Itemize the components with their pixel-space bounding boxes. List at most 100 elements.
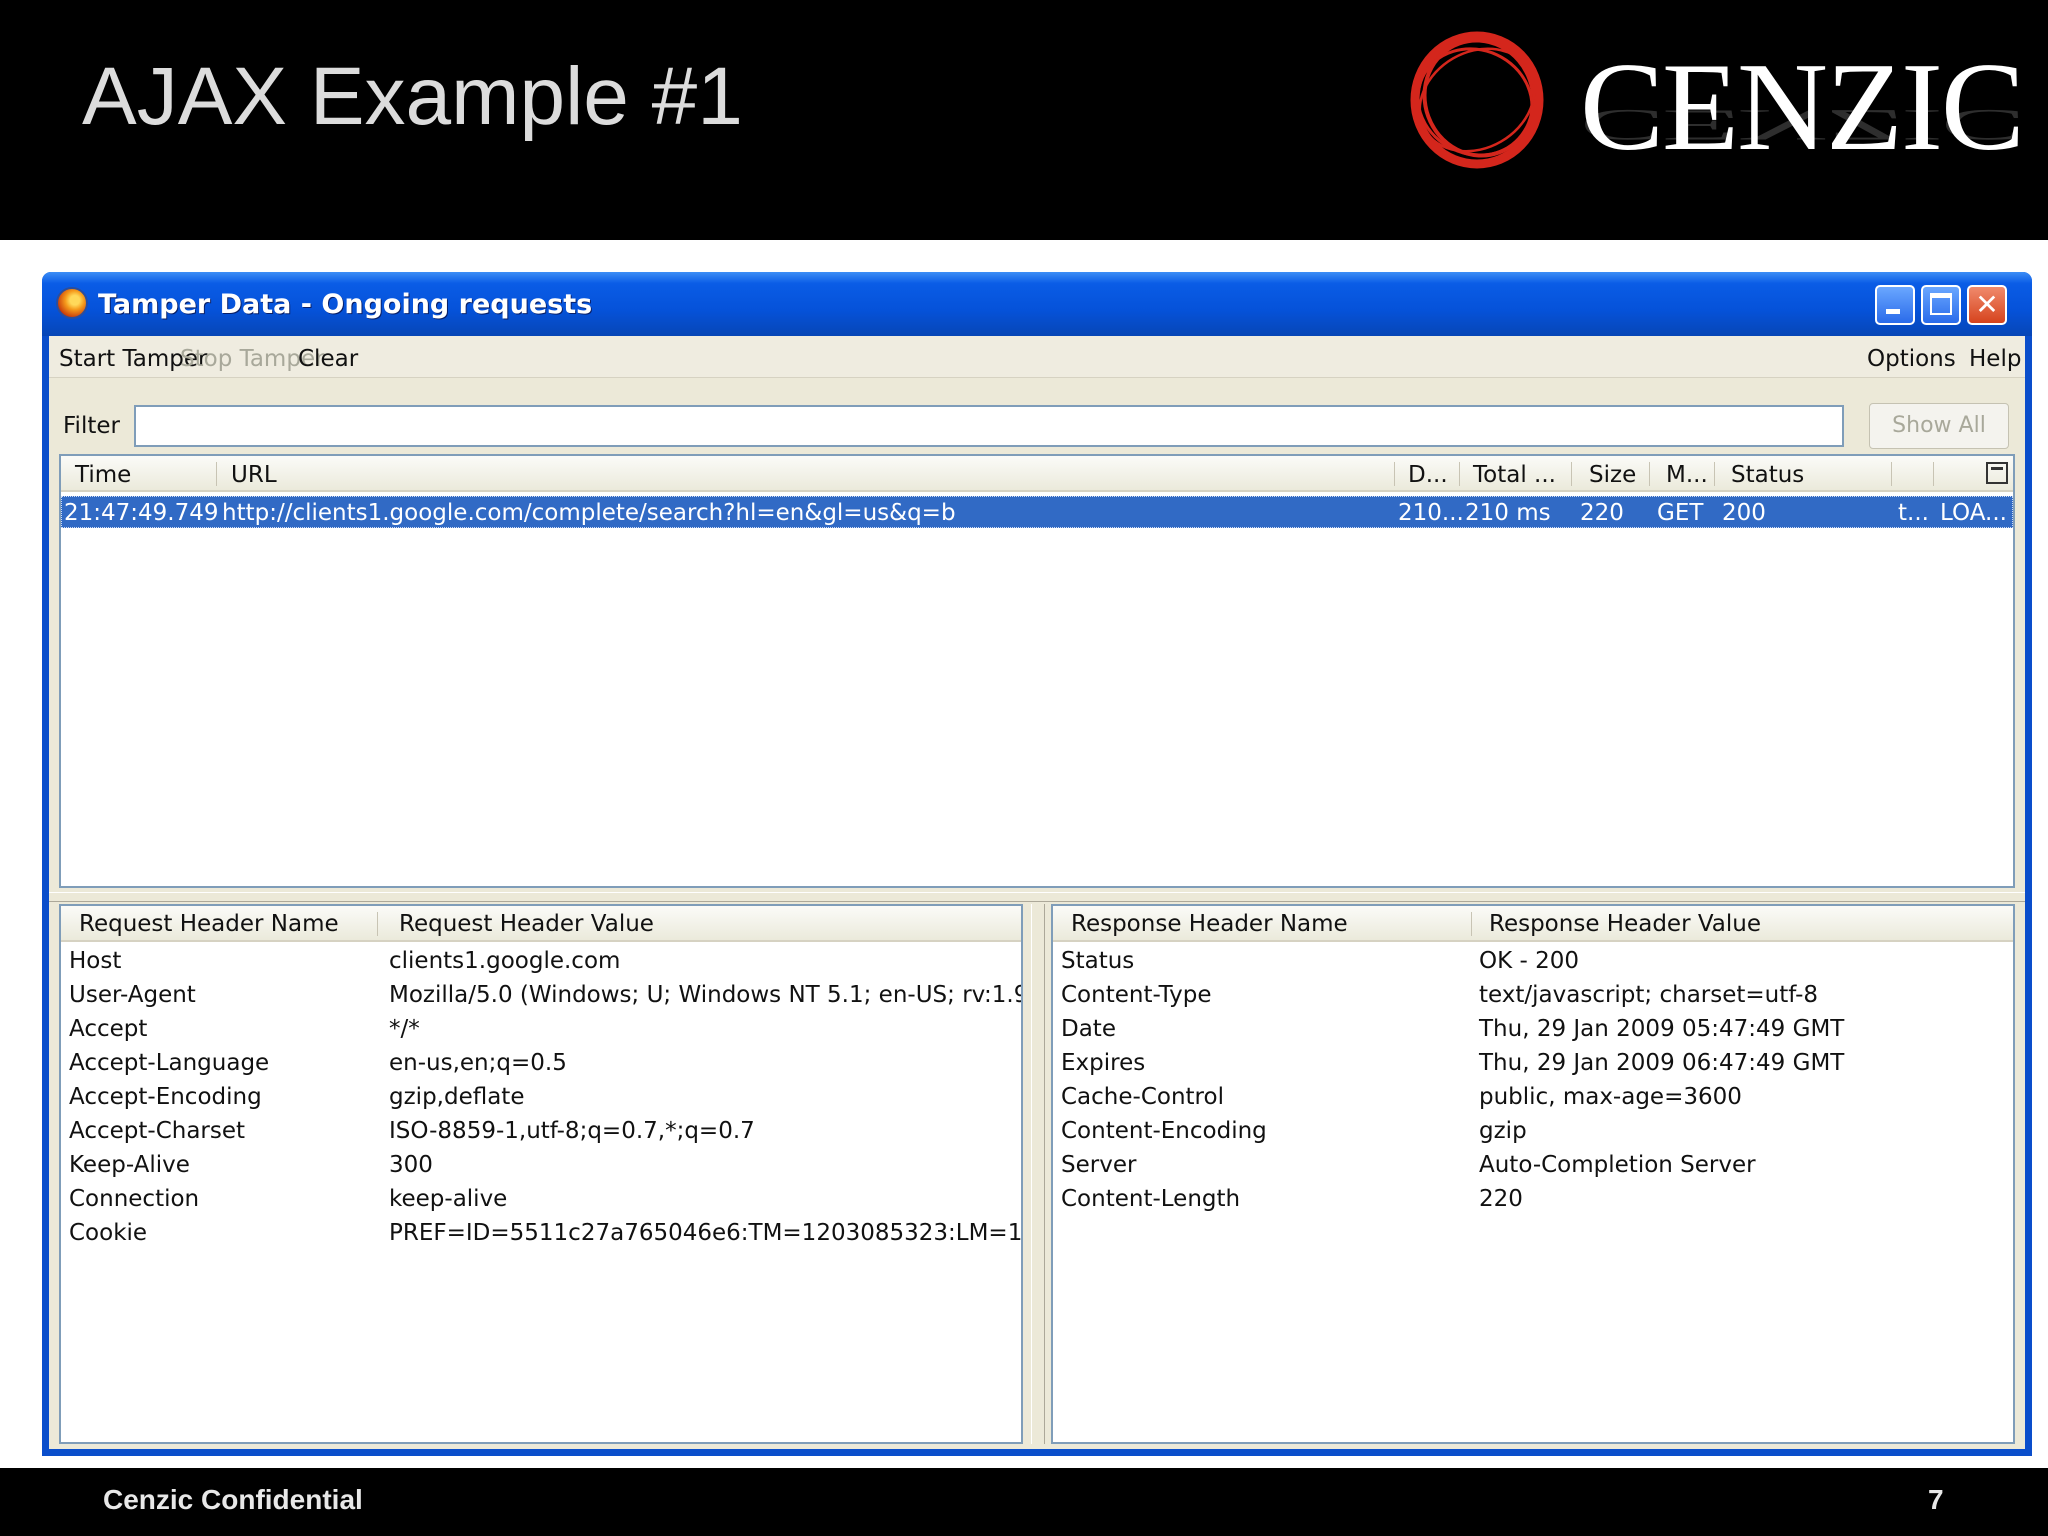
header-name: Content-Type — [1061, 982, 1212, 1008]
column-header-total[interactable]: Total ... — [1473, 462, 1556, 488]
table-row[interactable]: 21:47:49.749 http://clients1.google.com/… — [61, 496, 2013, 528]
menu-options[interactable]: Options — [1867, 346, 1956, 372]
header-name: Expires — [1061, 1050, 1146, 1076]
cell-time: 21:47:49.749 — [64, 500, 219, 526]
table-row[interactable]: Connection keep-alive — [61, 1184, 1021, 1218]
header-value: PREF=ID=5511c27a765046e6:TM=1203085323:L… — [389, 1220, 1023, 1246]
maximize-icon — [1930, 293, 1952, 315]
vertical-splitter[interactable] — [1031, 904, 1045, 1444]
header-name: Accept — [69, 1016, 148, 1042]
column-header-status[interactable]: Status — [1731, 462, 1804, 488]
column-divider[interactable] — [1933, 462, 1934, 486]
header-value: Thu, 29 Jan 2009 06:47:49 GMT — [1479, 1050, 1845, 1076]
table-row[interactable]: Content-Encoding gzip — [1053, 1116, 2013, 1150]
table-row[interactable]: Accept-Charset ISO-8859-1,utf-8;q=0.7,*;q… — [61, 1116, 1021, 1150]
firefox-icon — [56, 287, 88, 319]
table-row[interactable]: Accept-Encoding gzip,deflate — [61, 1082, 1021, 1116]
header-name: Host — [69, 948, 122, 974]
table-row[interactable]: Cache-Control public, max-age=3600 — [1053, 1082, 2013, 1116]
filter-input[interactable] — [134, 405, 1844, 447]
slide-header: AJAX Example #1 CENZIC CENZIC — [0, 0, 2048, 240]
logo-reflection: CENZIC — [1580, 100, 2023, 150]
menu-help[interactable]: Help — [1969, 346, 2021, 372]
table-row[interactable]: Accept-Language en-us,en;q=0.5 — [61, 1048, 1021, 1082]
maximize-button[interactable] — [1921, 285, 1961, 325]
cell-content-type: t... — [1898, 500, 1929, 526]
column-divider[interactable] — [1471, 912, 1472, 936]
header-name: Content-Encoding — [1061, 1118, 1267, 1144]
page-number: 7 — [1928, 1484, 1944, 1515]
column-header-size[interactable]: Size — [1589, 462, 1636, 488]
column-header-url[interactable]: URL — [231, 462, 277, 488]
column-header-request-value[interactable]: Request Header Value — [399, 911, 654, 937]
header-name: Accept-Language — [69, 1050, 270, 1076]
column-divider[interactable] — [1394, 462, 1395, 486]
column-header-response-name[interactable]: Response Header Name — [1071, 911, 1348, 937]
header-name: Accept-Charset — [69, 1118, 246, 1144]
header-value: gzip,deflate — [389, 1084, 525, 1110]
cell-size: 220 — [1580, 500, 1624, 526]
minimize-button[interactable] — [1875, 285, 1915, 325]
cell-url: http://clients1.google.com/complete/sear… — [222, 500, 956, 526]
header-name: Server — [1061, 1152, 1137, 1178]
table-row[interactable]: Expires Thu, 29 Jan 2009 06:47:49 GMT — [1053, 1048, 2013, 1082]
requests-table-header: Time URL D... Total ... Size M... Status — [61, 456, 2013, 492]
cell-total: 210 ms — [1465, 500, 1551, 526]
request-headers-pane: Request Header Name Request Header Value… — [59, 904, 1023, 1444]
column-divider[interactable] — [377, 912, 378, 936]
column-header-duration[interactable]: D... — [1408, 462, 1448, 488]
header-value: ISO-8859-1,utf-8;q=0.7,*;q=0.7 — [389, 1118, 755, 1144]
footer-text: Cenzic Confidential — [103, 1484, 363, 1515]
minimize-icon — [1886, 309, 1900, 314]
header-value: public, max-age=3600 — [1479, 1084, 1742, 1110]
table-row[interactable]: Keep-Alive 300 — [61, 1150, 1021, 1184]
table-row[interactable]: Date Thu, 29 Jan 2009 05:47:49 GMT — [1053, 1014, 2013, 1048]
title-bar[interactable]: Tamper Data - Ongoing requests ✕ — [42, 272, 2032, 336]
header-value: Mozilla/5.0 (Windows; U; Windows NT 5.1;… — [389, 982, 1023, 1008]
show-all-button[interactable]: Show All — [1869, 403, 2009, 449]
header-value: en-us,en;q=0.5 — [389, 1050, 567, 1076]
header-name: Cache-Control — [1061, 1084, 1224, 1110]
table-row[interactable]: Content-Length 220 — [1053, 1184, 2013, 1218]
column-divider[interactable] — [216, 462, 217, 486]
close-button[interactable]: ✕ — [1967, 285, 2007, 325]
cell-duration: 210... — [1398, 500, 1464, 526]
header-name: Status — [1061, 948, 1135, 974]
column-divider[interactable] — [1714, 462, 1715, 486]
header-name: Accept-Encoding — [69, 1084, 262, 1110]
requests-table: Time URL D... Total ... Size M... Status… — [59, 454, 2015, 888]
header-value: 220 — [1479, 1186, 1523, 1212]
menu-clear[interactable]: Clear — [298, 346, 358, 372]
response-headers-pane: Response Header Name Response Header Val… — [1051, 904, 2015, 1444]
column-divider[interactable] — [1459, 462, 1460, 486]
table-row[interactable]: Cookie PREF=ID=5511c27a765046e6:TM=120308… — [61, 1218, 1021, 1252]
table-row[interactable]: Content-Type text/javascript; charset=utf… — [1053, 980, 2013, 1014]
response-headers-header: Response Header Name Response Header Val… — [1053, 906, 2013, 942]
table-row[interactable]: User-Agent Mozilla/5.0 (Windows; U; Windo… — [61, 980, 1021, 1014]
window-client-area: Start Tamper Stop Tamper Clear Options H… — [49, 336, 2025, 1449]
column-header-method[interactable]: M... — [1666, 462, 1708, 488]
header-value: text/javascript; charset=utf-8 — [1479, 982, 1819, 1008]
column-header-time[interactable]: Time — [75, 462, 131, 488]
filter-label: Filter — [63, 413, 120, 439]
table-row[interactable]: Host clients1.google.com — [61, 946, 1021, 980]
header-name: Content-Length — [1061, 1186, 1241, 1212]
column-header-response-value[interactable]: Response Header Value — [1489, 911, 1761, 937]
column-picker-icon[interactable] — [1986, 462, 2008, 484]
column-divider[interactable] — [1649, 462, 1650, 486]
header-name: Keep-Alive — [69, 1152, 190, 1178]
column-header-request-name[interactable]: Request Header Name — [79, 911, 339, 937]
close-icon: ✕ — [1975, 288, 1999, 321]
column-divider[interactable] — [1571, 462, 1572, 486]
header-value: gzip — [1479, 1118, 1527, 1144]
logo-ring-icon — [1410, 31, 1544, 169]
table-row[interactable]: Server Auto-Completion Server — [1053, 1150, 2013, 1184]
column-divider[interactable] — [1891, 462, 1892, 486]
header-name: Date — [1061, 1016, 1116, 1042]
slide-footer: Cenzic Confidential 7 — [0, 1468, 2048, 1536]
window-title: Tamper Data - Ongoing requests — [98, 289, 593, 320]
cell-method: GET — [1657, 500, 1704, 526]
table-row[interactable]: Status OK - 200 — [1053, 946, 2013, 980]
horizontal-splitter[interactable] — [49, 892, 2025, 902]
table-row[interactable]: Accept */* — [61, 1014, 1021, 1048]
